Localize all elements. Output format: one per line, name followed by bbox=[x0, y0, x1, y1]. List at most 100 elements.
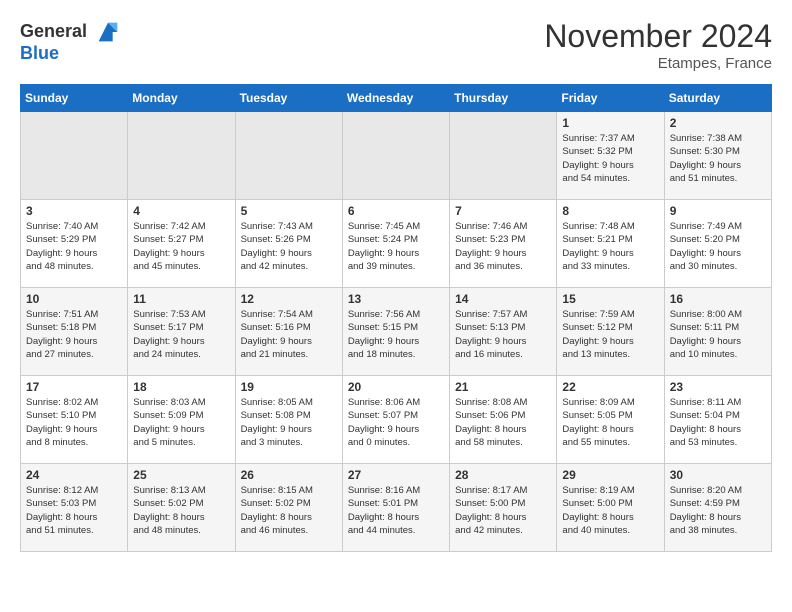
day-number: 27 bbox=[348, 468, 444, 482]
day-info: Sunrise: 7:51 AM Sunset: 5:18 PM Dayligh… bbox=[26, 308, 122, 361]
day-number: 24 bbox=[26, 468, 122, 482]
day-number: 7 bbox=[455, 204, 551, 218]
table-row: 8 Sunrise: 7:48 AM Sunset: 5:21 PM Daylig… bbox=[557, 200, 664, 288]
day-info: Sunrise: 7:54 AM Sunset: 5:16 PM Dayligh… bbox=[241, 308, 337, 361]
day-number: 5 bbox=[241, 204, 337, 218]
day-info: Sunrise: 8:09 AM Sunset: 5:05 PM Dayligh… bbox=[562, 396, 658, 449]
day-info: Sunrise: 8:08 AM Sunset: 5:06 PM Dayligh… bbox=[455, 396, 551, 449]
day-number: 6 bbox=[348, 204, 444, 218]
day-number: 29 bbox=[562, 468, 658, 482]
table-row: 25 Sunrise: 8:13 AM Sunset: 5:02 PM Dayli… bbox=[128, 464, 235, 552]
table-row: 18 Sunrise: 8:03 AM Sunset: 5:09 PM Dayli… bbox=[128, 376, 235, 464]
table-row: 13Sunrise: 7:56 AM Sunset: 5:15 PM Dayli… bbox=[342, 288, 449, 376]
table-row: 1 Sunrise: 7:37 AM Sunset: 5:32 PM Daylig… bbox=[557, 112, 664, 200]
table-row: 26 Sunrise: 8:15 AM Sunset: 5:02 PM Dayli… bbox=[235, 464, 342, 552]
table-row bbox=[450, 112, 557, 200]
table-row bbox=[342, 112, 449, 200]
day-number: 28 bbox=[455, 468, 551, 482]
calendar-body: 1 Sunrise: 7:37 AM Sunset: 5:32 PM Daylig… bbox=[21, 112, 772, 552]
day-info: Sunrise: 8:15 AM Sunset: 5:02 PM Dayligh… bbox=[241, 484, 337, 537]
header-wednesday: Wednesday bbox=[342, 85, 449, 112]
day-info: Sunrise: 8:17 AM Sunset: 5:00 PM Dayligh… bbox=[455, 484, 551, 537]
table-row: 11 Sunrise: 7:53 AM Sunset: 5:17 PM Dayli… bbox=[128, 288, 235, 376]
header-monday: Monday bbox=[128, 85, 235, 112]
day-info: Sunrise: 8:11 AM Sunset: 5:04 PM Dayligh… bbox=[670, 396, 766, 449]
day-info: Sunrise: 7:46 AM Sunset: 5:23 PM Dayligh… bbox=[455, 220, 551, 273]
header: General Blue November 2024 Etampes, Fran… bbox=[20, 18, 772, 72]
day-info: Sunrise: 8:00 AM Sunset: 5:11 PM Dayligh… bbox=[670, 308, 766, 361]
location: Etampes, France bbox=[544, 55, 772, 72]
day-info: Sunrise: 7:37 AM Sunset: 5:32 PM Dayligh… bbox=[562, 132, 658, 185]
day-info: Sunrise: 7:53 AM Sunset: 5:17 PM Dayligh… bbox=[133, 308, 229, 361]
day-info: Sunrise: 7:49 AM Sunset: 5:20 PM Dayligh… bbox=[670, 220, 766, 273]
table-row bbox=[128, 112, 235, 200]
table-row: 3 Sunrise: 7:40 AM Sunset: 5:29 PM Daylig… bbox=[21, 200, 128, 288]
table-row: 17 Sunrise: 8:02 AM Sunset: 5:10 PM Dayli… bbox=[21, 376, 128, 464]
day-number: 16 bbox=[670, 292, 766, 306]
day-info: Sunrise: 8:12 AM Sunset: 5:03 PM Dayligh… bbox=[26, 484, 122, 537]
day-number: 17 bbox=[26, 380, 122, 394]
day-info: Sunrise: 8:19 AM Sunset: 5:00 PM Dayligh… bbox=[562, 484, 658, 537]
table-row: 9Sunrise: 7:49 AM Sunset: 5:20 PM Daylig… bbox=[664, 200, 771, 288]
day-number: 10 bbox=[26, 292, 122, 306]
day-number: 1 bbox=[562, 116, 658, 130]
table-row: 6 Sunrise: 7:45 AM Sunset: 5:24 PM Daylig… bbox=[342, 200, 449, 288]
logo-text: General bbox=[20, 18, 122, 46]
day-info: Sunrise: 7:48 AM Sunset: 5:21 PM Dayligh… bbox=[562, 220, 658, 273]
day-number: 20 bbox=[348, 380, 444, 394]
day-number: 15 bbox=[562, 292, 658, 306]
day-info: Sunrise: 7:38 AM Sunset: 5:30 PM Dayligh… bbox=[670, 132, 766, 185]
title-block: November 2024 Etampes, France bbox=[544, 18, 772, 72]
table-row: 14Sunrise: 7:57 AM Sunset: 5:13 PM Dayli… bbox=[450, 288, 557, 376]
table-row: 22Sunrise: 8:09 AM Sunset: 5:05 PM Dayli… bbox=[557, 376, 664, 464]
calendar-week-4: 17 Sunrise: 8:02 AM Sunset: 5:10 PM Dayli… bbox=[21, 376, 772, 464]
logo-icon bbox=[94, 18, 122, 46]
table-row: 5 Sunrise: 7:43 AM Sunset: 5:26 PM Daylig… bbox=[235, 200, 342, 288]
table-row: 30 Sunrise: 8:20 AM Sunset: 4:59 PM Dayli… bbox=[664, 464, 771, 552]
day-info: Sunrise: 8:13 AM Sunset: 5:02 PM Dayligh… bbox=[133, 484, 229, 537]
table-row: 2Sunrise: 7:38 AM Sunset: 5:30 PM Daylig… bbox=[664, 112, 771, 200]
day-number: 11 bbox=[133, 292, 229, 306]
table-row bbox=[235, 112, 342, 200]
day-number: 3 bbox=[26, 204, 122, 218]
day-number: 8 bbox=[562, 204, 658, 218]
day-info: Sunrise: 8:02 AM Sunset: 5:10 PM Dayligh… bbox=[26, 396, 122, 449]
day-number: 21 bbox=[455, 380, 551, 394]
table-row bbox=[21, 112, 128, 200]
header-friday: Friday bbox=[557, 85, 664, 112]
table-row: 24 Sunrise: 8:12 AM Sunset: 5:03 PM Dayli… bbox=[21, 464, 128, 552]
calendar-header-row: Sunday Monday Tuesday Wednesday Thursday… bbox=[21, 85, 772, 112]
table-row: 4 Sunrise: 7:42 AM Sunset: 5:27 PM Daylig… bbox=[128, 200, 235, 288]
calendar-week-3: 10 Sunrise: 7:51 AM Sunset: 5:18 PM Dayli… bbox=[21, 288, 772, 376]
day-info: Sunrise: 8:20 AM Sunset: 4:59 PM Dayligh… bbox=[670, 484, 766, 537]
day-info: Sunrise: 7:59 AM Sunset: 5:12 PM Dayligh… bbox=[562, 308, 658, 361]
day-info: Sunrise: 7:56 AM Sunset: 5:15 PM Dayligh… bbox=[348, 308, 444, 361]
header-thursday: Thursday bbox=[450, 85, 557, 112]
calendar-week-1: 1 Sunrise: 7:37 AM Sunset: 5:32 PM Daylig… bbox=[21, 112, 772, 200]
day-info: Sunrise: 7:45 AM Sunset: 5:24 PM Dayligh… bbox=[348, 220, 444, 273]
day-number: 18 bbox=[133, 380, 229, 394]
table-row: 20 Sunrise: 8:06 AM Sunset: 5:07 PM Dayli… bbox=[342, 376, 449, 464]
table-row: 16 Sunrise: 8:00 AM Sunset: 5:11 PM Dayli… bbox=[664, 288, 771, 376]
logo-blue: Blue bbox=[20, 44, 122, 64]
day-number: 26 bbox=[241, 468, 337, 482]
day-info: Sunrise: 8:03 AM Sunset: 5:09 PM Dayligh… bbox=[133, 396, 229, 449]
day-number: 4 bbox=[133, 204, 229, 218]
day-info: Sunrise: 7:40 AM Sunset: 5:29 PM Dayligh… bbox=[26, 220, 122, 273]
table-row: 21 Sunrise: 8:08 AM Sunset: 5:06 PM Dayli… bbox=[450, 376, 557, 464]
day-number: 30 bbox=[670, 468, 766, 482]
day-number: 12 bbox=[241, 292, 337, 306]
day-number: 19 bbox=[241, 380, 337, 394]
month-title: November 2024 bbox=[544, 18, 772, 55]
table-row: 27 Sunrise: 8:16 AM Sunset: 5:01 PM Dayli… bbox=[342, 464, 449, 552]
day-info: Sunrise: 8:06 AM Sunset: 5:07 PM Dayligh… bbox=[348, 396, 444, 449]
day-info: Sunrise: 7:43 AM Sunset: 5:26 PM Dayligh… bbox=[241, 220, 337, 273]
table-row: 29 Sunrise: 8:19 AM Sunset: 5:00 PM Dayli… bbox=[557, 464, 664, 552]
header-saturday: Saturday bbox=[664, 85, 771, 112]
table-row: 28 Sunrise: 8:17 AM Sunset: 5:00 PM Dayli… bbox=[450, 464, 557, 552]
day-info: Sunrise: 7:42 AM Sunset: 5:27 PM Dayligh… bbox=[133, 220, 229, 273]
calendar-week-2: 3 Sunrise: 7:40 AM Sunset: 5:29 PM Daylig… bbox=[21, 200, 772, 288]
day-number: 25 bbox=[133, 468, 229, 482]
day-info: Sunrise: 8:16 AM Sunset: 5:01 PM Dayligh… bbox=[348, 484, 444, 537]
day-info: Sunrise: 8:05 AM Sunset: 5:08 PM Dayligh… bbox=[241, 396, 337, 449]
